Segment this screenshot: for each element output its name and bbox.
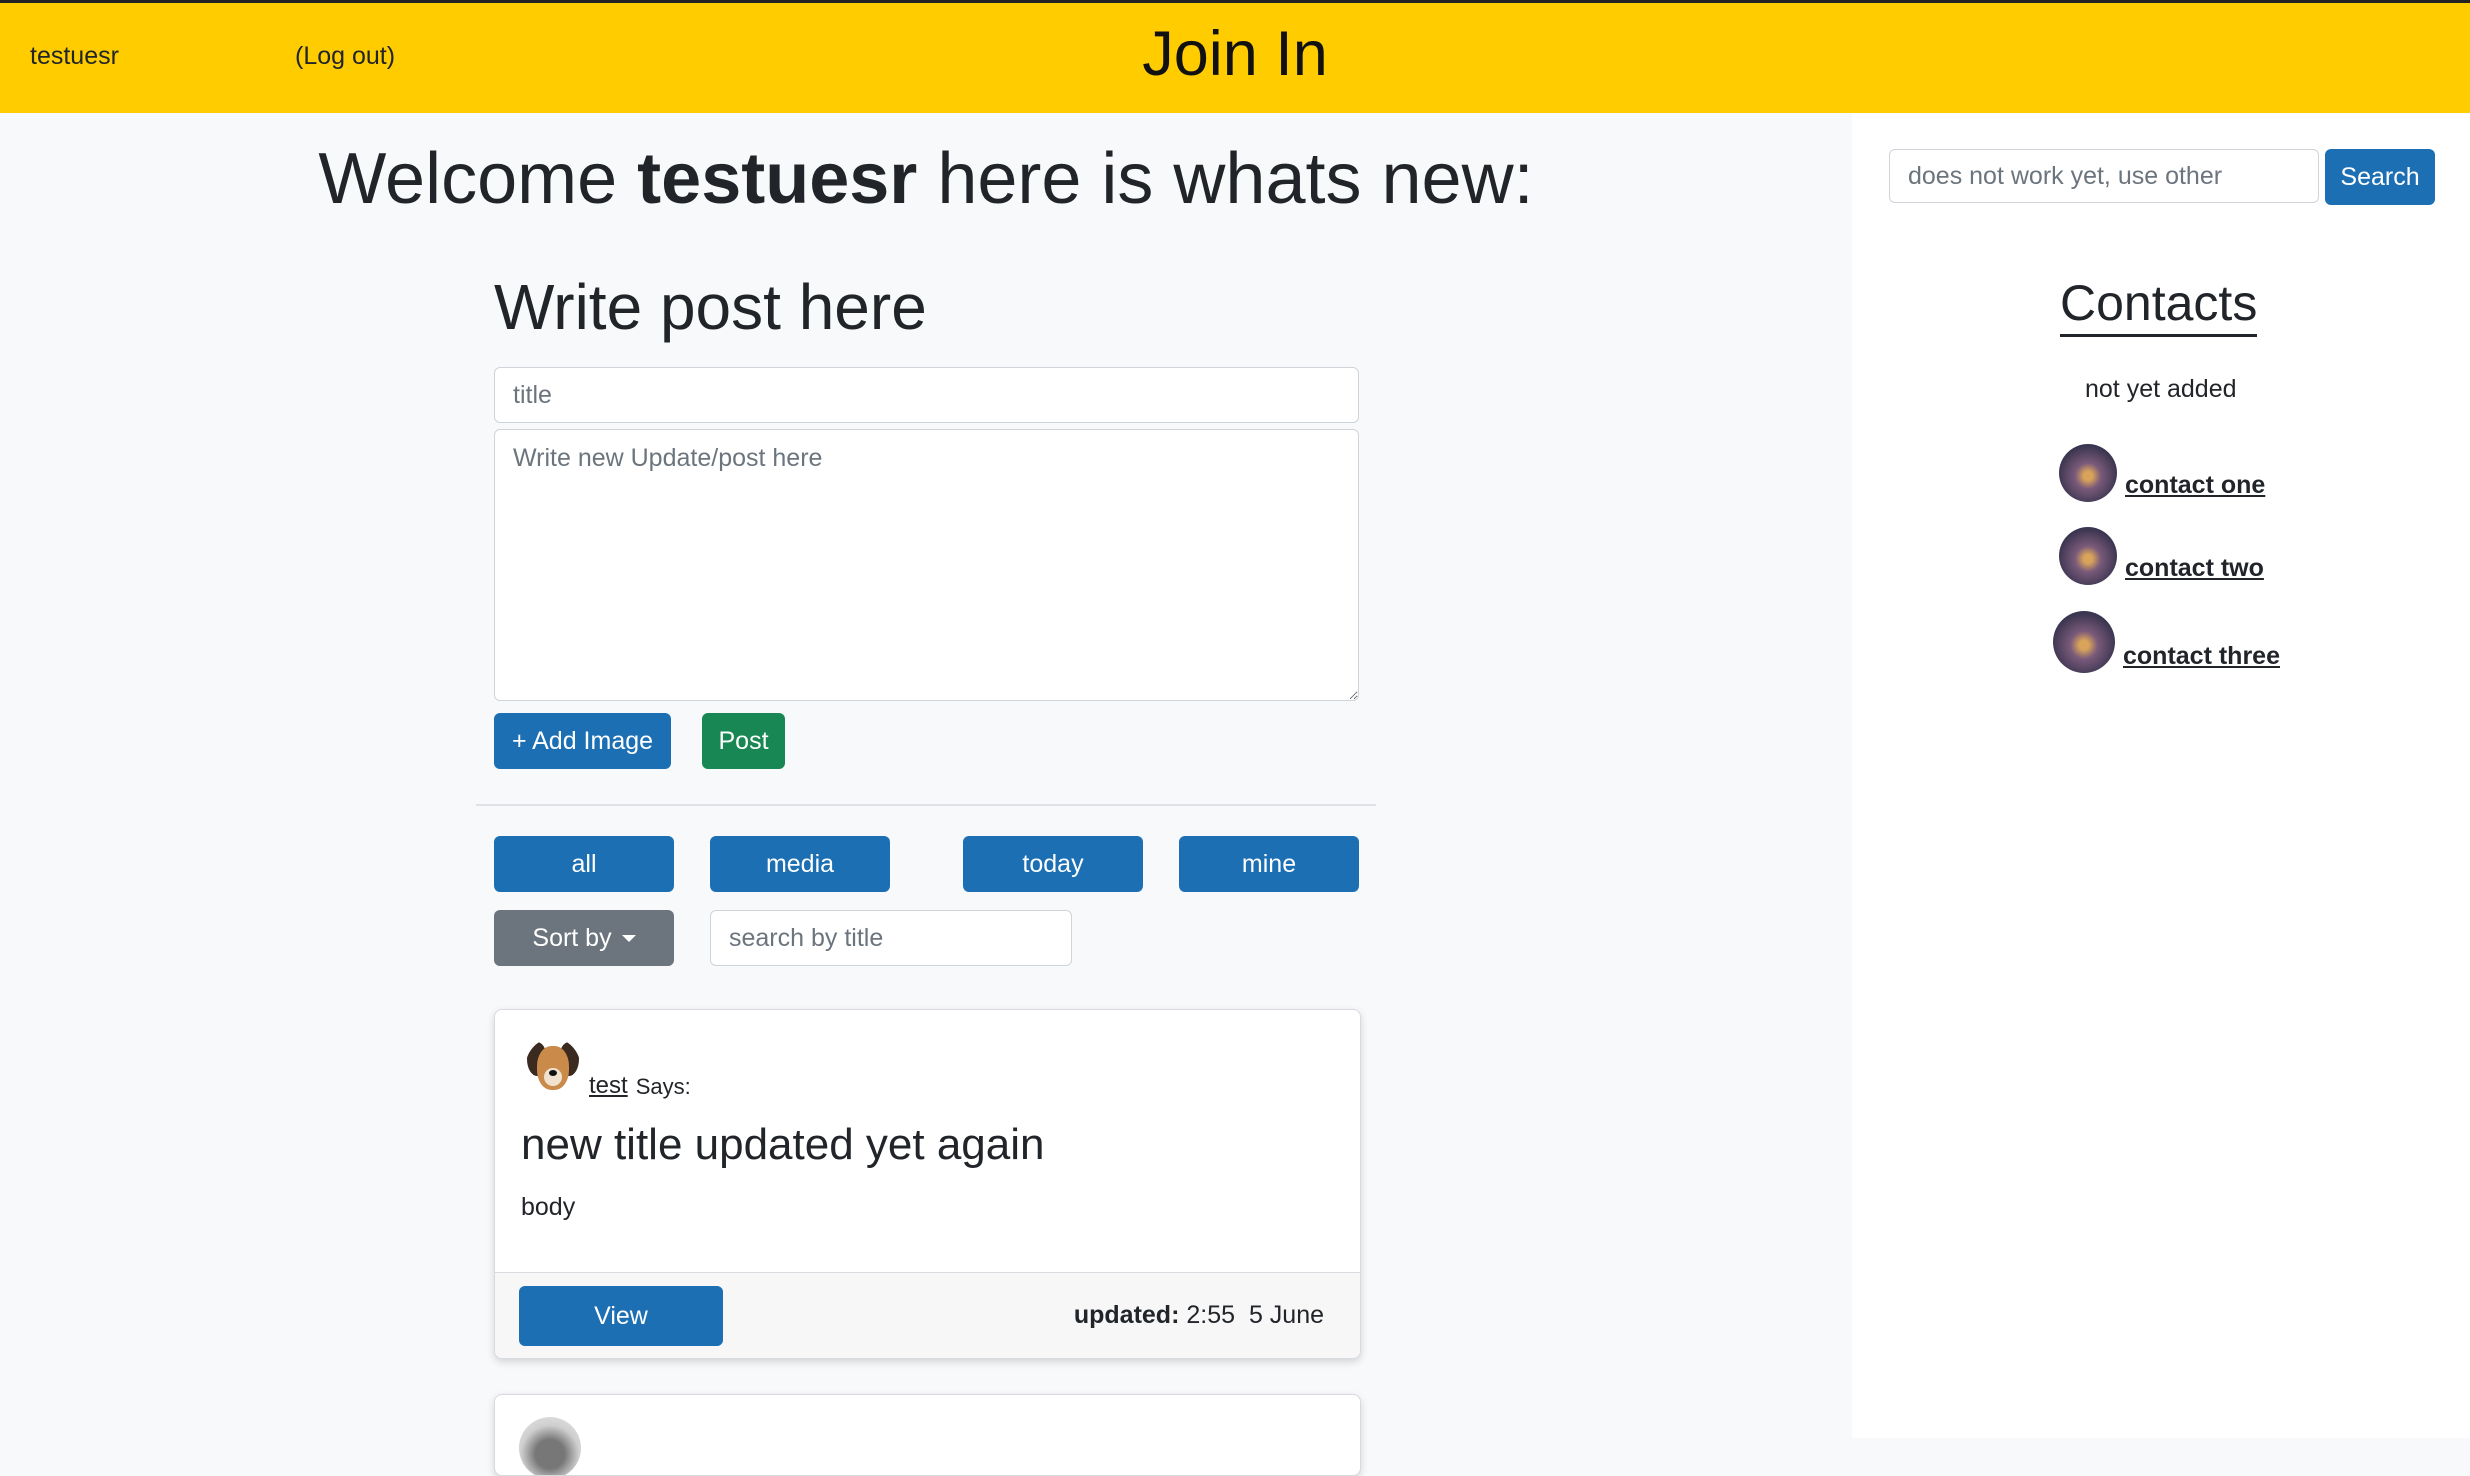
post-button[interactable]: Post (702, 713, 785, 769)
contacts-note: not yet added (2085, 375, 2237, 403)
post-body-textarea[interactable] (494, 429, 1359, 701)
contact-item[interactable]: contact one (2059, 444, 2265, 502)
search-button[interactable]: Search (2325, 149, 2435, 205)
post-card (494, 1394, 1361, 1476)
contact-item[interactable]: contact two (2059, 527, 2264, 585)
contact-link[interactable]: contact one (2125, 471, 2265, 500)
contact-avatar (2059, 527, 2117, 585)
author-avatar (525, 1038, 581, 1100)
post-footer: View updated: 2:55 5 June (495, 1272, 1360, 1358)
contact-item[interactable]: contact three (2053, 611, 2280, 673)
updated-label: updated: (1073, 1301, 1180, 1329)
contact-link[interactable]: contact two (2125, 554, 2264, 583)
updated-time: 2:55 (1186, 1301, 1236, 1329)
contact-avatar (2059, 444, 2117, 502)
filter-all-button[interactable]: all (494, 836, 674, 892)
welcome-suffix: here is whats new: (937, 139, 1534, 219)
post-author-row: test Says: (525, 1038, 691, 1100)
contacts-heading: Contacts (2060, 274, 2258, 337)
filter-today-button[interactable]: today (963, 836, 1143, 892)
add-image-button[interactable]: + Add Image (494, 713, 671, 769)
view-post-button[interactable]: View (519, 1286, 723, 1346)
sort-by-label: Sort by (532, 923, 612, 952)
post-body: body (521, 1193, 576, 1221)
post-author-link[interactable]: test (589, 1072, 628, 1100)
contact-avatar (2053, 611, 2115, 673)
post-title: new title updated yet again (521, 1120, 1045, 1169)
divider (476, 804, 1376, 806)
post-says-label: Says: (635, 1074, 691, 1099)
title-search-input[interactable] (710, 910, 1072, 966)
post-updated-info: updated: 2:55 5 June (1074, 1301, 1324, 1330)
composer-heading: Write post here (494, 271, 927, 343)
caret-down-icon (621, 935, 636, 943)
sort-by-dropdown[interactable]: Sort by (494, 910, 674, 966)
author-avatar (519, 1417, 581, 1475)
welcome-username: testuesr (637, 139, 918, 219)
post-title-input[interactable] (494, 367, 1359, 423)
welcome-prefix: Welcome (318, 139, 618, 219)
updated-date: 5 June (1248, 1301, 1324, 1329)
filter-mine-button[interactable]: mine (1179, 836, 1359, 892)
contact-link[interactable]: contact three (2123, 642, 2280, 671)
app-brand-title: Join In (1142, 19, 1328, 89)
global-search-input[interactable] (1889, 149, 2319, 203)
filter-media-button[interactable]: media (710, 836, 890, 892)
welcome-heading: Welcome testuesr here is whats new: (0, 138, 1852, 220)
post-card: test Says: new title updated yet again b… (494, 1009, 1361, 1359)
